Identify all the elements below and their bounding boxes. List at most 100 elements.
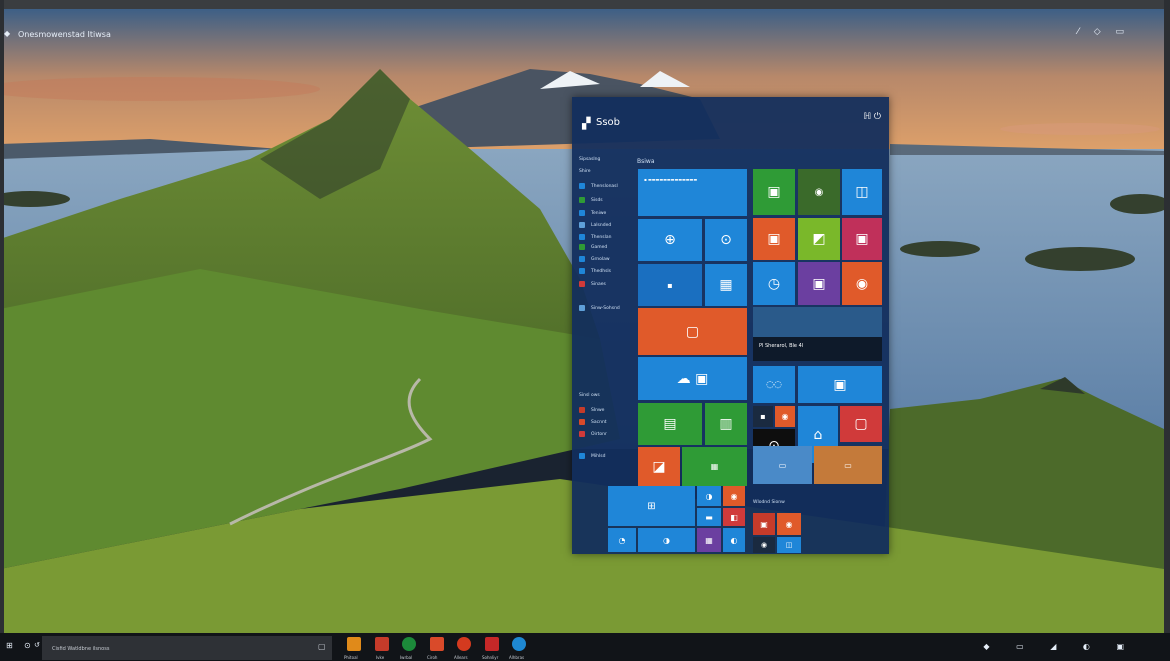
tile-app[interactable]: ▣: [753, 218, 795, 260]
tile-app[interactable]: ▥: [705, 403, 747, 445]
tile-mail[interactable]: ☁ ▣: [638, 357, 747, 400]
tile-app[interactable]: ▣: [842, 218, 882, 260]
start-button-icon[interactable]: ⊞: [6, 641, 13, 650]
app-icon: ◧: [730, 512, 738, 522]
tile-app[interactable]: ◔: [608, 528, 636, 552]
app-icon: ◌◌: [766, 379, 782, 390]
app-icon: [579, 244, 585, 250]
monitor-bezel-right: [1164, 0, 1170, 661]
taskbar-app[interactable]: [430, 637, 444, 651]
tile-app[interactable]: ◉: [777, 513, 801, 535]
nav-item[interactable]: Thedhsls: [579, 268, 611, 274]
photo-icon: ◉: [814, 186, 824, 198]
nav-item[interactable]: Slnwe: [579, 407, 604, 413]
app-icon: [579, 210, 585, 216]
tile-photo[interactable]: ▭: [753, 446, 812, 484]
tile-app[interactable]: ▦: [697, 528, 721, 552]
app-icon: ◔: [618, 535, 626, 545]
tile-app[interactable]: ▣: [753, 513, 775, 535]
nav-item[interactable]: Shire: [579, 169, 590, 174]
tile-office[interactable]: ▢: [638, 308, 747, 355]
tile-app[interactable]: ◉: [753, 537, 775, 553]
nav-item[interactable]: Sinaes: [579, 281, 606, 287]
app-icon: ◉: [785, 519, 793, 529]
tile-app[interactable]: ◌◌: [753, 366, 795, 403]
monitor-bezel-top: [0, 0, 1170, 9]
home-icon: ⌂: [813, 426, 823, 443]
nav-item[interactable]: Gamed: [579, 244, 607, 250]
tile-app[interactable]: ⊙: [705, 219, 747, 261]
tile-app[interactable]: ▤: [638, 403, 702, 445]
nav-item[interactable]: Sinw-Sohsnd: [579, 305, 620, 311]
nav-item[interactable]: Teniwe: [579, 210, 606, 216]
tile-app[interactable]: ⊞: [608, 486, 695, 526]
tile-app[interactable]: ▪: [753, 406, 773, 427]
tile-app[interactable]: ◑: [697, 486, 721, 506]
nav-item[interactable]: Thenslonasl: [579, 183, 618, 189]
nav-item[interactable]: Mihlsd: [579, 453, 605, 459]
tile-app[interactable]: ◫: [842, 169, 882, 215]
tile-app[interactable]: ▪: [638, 264, 702, 306]
tile-app[interactable]: ◧: [723, 508, 745, 526]
tile-news[interactable]: Pl Sherarol, Ble 4l: [753, 307, 882, 361]
tile-app[interactable]: ◪: [638, 447, 680, 486]
taskbar-app-label: Phitoal: [344, 655, 358, 660]
tile-app[interactable]: ▣: [753, 169, 795, 215]
taskbar-app[interactable]: [512, 637, 526, 651]
nav-item[interactable]: Lalsnded: [579, 222, 611, 228]
search-icon[interactable]: ⊙: [24, 641, 31, 650]
tile-app[interactable]: ◉: [723, 486, 745, 506]
taskbar-app[interactable]: [457, 637, 471, 651]
tile-app[interactable]: ▣: [798, 262, 840, 305]
tile-app[interactable]: ⊕: [638, 219, 702, 261]
tile-app[interactable]: ◷: [753, 262, 795, 305]
taskbar-app-label: Ciroh: [427, 655, 438, 660]
app-icon: [579, 268, 585, 274]
refresh-icon: ↺: [34, 641, 40, 649]
taskbar-app-label: Iwrbal: [400, 655, 413, 660]
nav-item[interactable]: Sacnnt: [579, 419, 607, 425]
tile-app[interactable]: ▬: [697, 508, 721, 526]
tile-app[interactable]: ▦: [682, 447, 747, 486]
store-icon: ⊕: [664, 232, 676, 248]
taskbar-app-label: Alhbras: [509, 655, 525, 660]
tile-info[interactable]: ▪ ▬▬▬▬▬▬▬▬▬▬▬▬▬: [638, 169, 747, 216]
app-icon: ◐: [730, 535, 738, 545]
app-icon: ◉: [730, 491, 738, 501]
tile-app[interactable]: ▦: [705, 264, 747, 306]
app-icon: ▣: [767, 231, 781, 247]
tile-app[interactable]: ◐: [723, 528, 745, 552]
taskbar-app[interactable]: [347, 637, 361, 651]
window-controls[interactable]: ⁄ ◇ ▭: [1077, 27, 1130, 37]
nav-item[interactable]: Sisds: [579, 197, 603, 203]
system-tray[interactable]: ◆ ▭ ◢ ◐ ▣: [983, 642, 1136, 651]
tile-app[interactable]: ▢: [840, 406, 882, 442]
nav-item[interactable]: Sipsaslng: [579, 157, 600, 162]
tile-app[interactable]: ◑: [638, 528, 695, 552]
news-icon: ▦: [710, 462, 719, 471]
clock-icon: ◷: [767, 275, 781, 292]
app-icon: ◑: [705, 491, 713, 501]
tile-app[interactable]: ◫: [777, 537, 801, 553]
tile-app[interactable]: ◩: [798, 218, 840, 260]
tile-app[interactable]: ▣: [798, 366, 882, 403]
app-icon: [579, 183, 585, 189]
tile-photo[interactable]: ▭: [814, 446, 882, 484]
app-icon: ▣: [812, 275, 826, 292]
taskbar-app[interactable]: [402, 637, 416, 651]
app-icon: [579, 419, 585, 425]
nav-item[interactable]: Oirtonr: [579, 431, 607, 437]
tile-app[interactable]: ◉: [775, 406, 795, 427]
nav-item[interactable]: Thenslan: [579, 234, 611, 240]
taskbar-app[interactable]: [375, 637, 389, 651]
app-icon: ◫: [855, 184, 869, 200]
xbox-icon: ▤: [663, 416, 677, 432]
tile-photo[interactable]: ◉: [798, 169, 840, 215]
search-input-text: Cisfid Watldbne ilsnoss: [52, 646, 110, 652]
app-icon: [579, 256, 585, 262]
tile-app[interactable]: ◉: [842, 262, 882, 305]
taskbar-app[interactable]: [485, 637, 499, 651]
start-power-icon[interactable]: ℍ ⏻: [863, 112, 881, 122]
nav-item[interactable]: Grnolaw: [579, 256, 610, 262]
mic-icon[interactable]: ▢: [318, 642, 326, 651]
